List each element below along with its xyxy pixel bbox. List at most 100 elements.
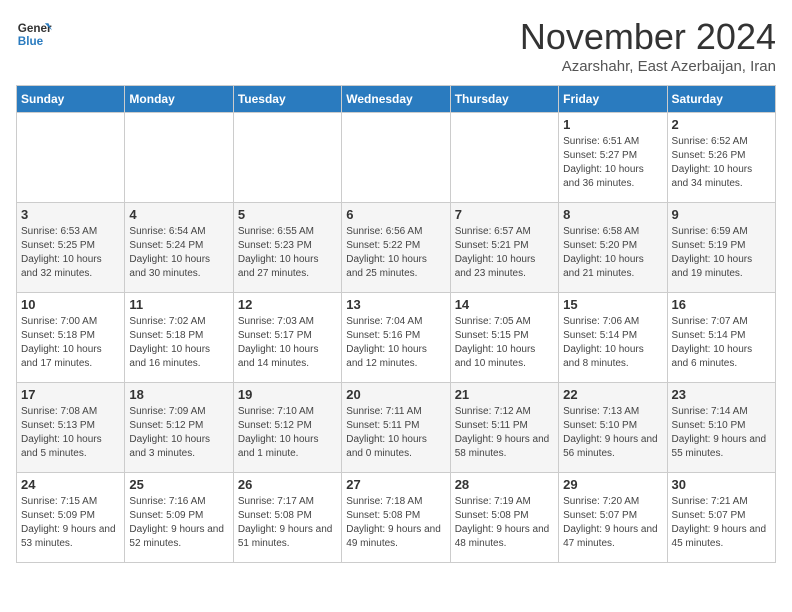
day-info: Sunrise: 6:51 AM Sunset: 5:27 PM Dayligh…	[563, 135, 662, 191]
calendar-day-cell	[17, 113, 125, 203]
calendar-day-cell: 26 Sunrise: 7:17 AM Sunset: 5:08 PM Dayli…	[233, 473, 341, 563]
calendar-week-row: 24 Sunrise: 7:15 AM Sunset: 5:09 PM Dayli…	[17, 473, 776, 563]
day-number: 22	[563, 387, 662, 402]
calendar-week-row: 10Sunrise: 7:00 AM Sunset: 5:18 PM Dayli…	[17, 293, 776, 383]
page-header: General Blue November 2024 Azarshahr, Ea…	[16, 16, 776, 75]
day-number: 9	[672, 207, 771, 222]
day-number: 7	[455, 207, 554, 222]
day-info: Sunrise: 6:53 AM Sunset: 5:25 PM Dayligh…	[21, 225, 120, 281]
day-info: Sunrise: 7:17 AM Sunset: 5:08 PM Dayligh…	[238, 495, 337, 551]
day-number: 19	[238, 387, 337, 402]
calendar-day-cell: 8 Sunrise: 6:58 AM Sunset: 5:20 PM Daylig…	[559, 203, 667, 293]
calendar-day-cell: 15 Sunrise: 7:06 AM Sunset: 5:14 PM Dayli…	[559, 293, 667, 383]
day-info: Sunrise: 7:07 AM Sunset: 5:14 PM Dayligh…	[672, 315, 771, 371]
day-number: 29	[563, 477, 662, 492]
calendar-day-cell: 19 Sunrise: 7:10 AM Sunset: 5:12 PM Dayli…	[233, 383, 341, 473]
day-number: 8	[563, 207, 662, 222]
day-info: Sunrise: 7:02 AM Sunset: 5:18 PM Dayligh…	[129, 315, 228, 371]
day-info: Sunrise: 7:13 AM Sunset: 5:10 PM Dayligh…	[563, 405, 662, 461]
day-number: 4	[129, 207, 228, 222]
day-number: 21	[455, 387, 554, 402]
day-info: Sunrise: 7:20 AM Sunset: 5:07 PM Dayligh…	[563, 495, 662, 551]
calendar-day-cell: 27 Sunrise: 7:18 AM Sunset: 5:08 PM Dayli…	[342, 473, 450, 563]
day-info: Sunrise: 7:09 AM Sunset: 5:12 PM Dayligh…	[129, 405, 228, 461]
day-info: Sunrise: 7:15 AM Sunset: 5:09 PM Dayligh…	[21, 495, 120, 551]
weekday-header: Thursday	[450, 86, 558, 113]
day-number: 24	[21, 477, 120, 492]
calendar-day-cell: 25 Sunrise: 7:16 AM Sunset: 5:09 PM Dayli…	[125, 473, 233, 563]
day-number: 11	[129, 297, 228, 312]
calendar-day-cell: 14 Sunrise: 7:05 AM Sunset: 5:15 PM Dayli…	[450, 293, 558, 383]
day-number: 6	[346, 207, 445, 222]
day-info: Sunrise: 7:06 AM Sunset: 5:14 PM Dayligh…	[563, 315, 662, 371]
calendar-day-cell: 5Sunrise: 6:55 AM Sunset: 5:23 PM Daylig…	[233, 203, 341, 293]
calendar-week-row: 17 Sunrise: 7:08 AM Sunset: 5:13 PM Dayli…	[17, 383, 776, 473]
day-number: 17	[21, 387, 120, 402]
day-info: Sunrise: 6:59 AM Sunset: 5:19 PM Dayligh…	[672, 225, 771, 281]
day-info: Sunrise: 7:12 AM Sunset: 5:11 PM Dayligh…	[455, 405, 554, 461]
day-number: 28	[455, 477, 554, 492]
day-number: 23	[672, 387, 771, 402]
calendar-day-cell: 1 Sunrise: 6:51 AM Sunset: 5:27 PM Daylig…	[559, 113, 667, 203]
weekday-header: Saturday	[667, 86, 775, 113]
day-number: 14	[455, 297, 554, 312]
calendar-day-cell: 3 Sunrise: 6:53 AM Sunset: 5:25 PM Daylig…	[17, 203, 125, 293]
day-info: Sunrise: 6:55 AM Sunset: 5:23 PM Dayligh…	[238, 225, 337, 281]
calendar-day-cell: 20 Sunrise: 7:11 AM Sunset: 5:11 PM Dayli…	[342, 383, 450, 473]
day-number: 13	[346, 297, 445, 312]
day-info: Sunrise: 7:05 AM Sunset: 5:15 PM Dayligh…	[455, 315, 554, 371]
calendar-day-cell: 13 Sunrise: 7:04 AM Sunset: 5:16 PM Dayli…	[342, 293, 450, 383]
calendar-day-cell: 11 Sunrise: 7:02 AM Sunset: 5:18 PM Dayli…	[125, 293, 233, 383]
day-number: 12	[238, 297, 337, 312]
day-info: Sunrise: 7:03 AM Sunset: 5:17 PM Dayligh…	[238, 315, 337, 371]
weekday-header: Monday	[125, 86, 233, 113]
calendar-day-cell	[233, 113, 341, 203]
day-number: 1	[563, 117, 662, 132]
weekday-header: Friday	[559, 86, 667, 113]
calendar-day-cell: 30 Sunrise: 7:21 AM Sunset: 5:07 PM Dayli…	[667, 473, 775, 563]
day-number: 30	[672, 477, 771, 492]
calendar-day-cell: 24 Sunrise: 7:15 AM Sunset: 5:09 PM Dayli…	[17, 473, 125, 563]
title-area: November 2024 Azarshahr, East Azerbaijan…	[520, 16, 776, 75]
calendar-day-cell: 4Sunrise: 6:54 AM Sunset: 5:24 PM Daylig…	[125, 203, 233, 293]
weekday-header: Sunday	[17, 86, 125, 113]
calendar-day-cell: 10Sunrise: 7:00 AM Sunset: 5:18 PM Dayli…	[17, 293, 125, 383]
day-info: Sunrise: 7:04 AM Sunset: 5:16 PM Dayligh…	[346, 315, 445, 371]
calendar-day-cell: 21 Sunrise: 7:12 AM Sunset: 5:11 PM Dayli…	[450, 383, 558, 473]
subtitle: Azarshahr, East Azerbaijan, Iran	[520, 58, 776, 75]
calendar-day-cell: 28 Sunrise: 7:19 AM Sunset: 5:08 PM Dayli…	[450, 473, 558, 563]
day-info: Sunrise: 6:57 AM Sunset: 5:21 PM Dayligh…	[455, 225, 554, 281]
day-info: Sunrise: 7:11 AM Sunset: 5:11 PM Dayligh…	[346, 405, 445, 461]
calendar-day-cell	[450, 113, 558, 203]
day-info: Sunrise: 7:18 AM Sunset: 5:08 PM Dayligh…	[346, 495, 445, 551]
calendar-header-row: SundayMondayTuesdayWednesdayThursdayFrid…	[17, 86, 776, 113]
calendar-day-cell: 22 Sunrise: 7:13 AM Sunset: 5:10 PM Dayli…	[559, 383, 667, 473]
calendar-day-cell: 29 Sunrise: 7:20 AM Sunset: 5:07 PM Dayli…	[559, 473, 667, 563]
day-number: 20	[346, 387, 445, 402]
day-number: 25	[129, 477, 228, 492]
calendar-day-cell: 6Sunrise: 6:56 AM Sunset: 5:22 PM Daylig…	[342, 203, 450, 293]
day-number: 16	[672, 297, 771, 312]
day-info: Sunrise: 7:10 AM Sunset: 5:12 PM Dayligh…	[238, 405, 337, 461]
day-info: Sunrise: 6:58 AM Sunset: 5:20 PM Dayligh…	[563, 225, 662, 281]
svg-text:Blue: Blue	[18, 35, 44, 48]
day-number: 2	[672, 117, 771, 132]
calendar-day-cell: 18Sunrise: 7:09 AM Sunset: 5:12 PM Dayli…	[125, 383, 233, 473]
day-number: 3	[21, 207, 120, 222]
calendar-day-cell: 12 Sunrise: 7:03 AM Sunset: 5:17 PM Dayli…	[233, 293, 341, 383]
calendar-week-row: 1 Sunrise: 6:51 AM Sunset: 5:27 PM Daylig…	[17, 113, 776, 203]
day-info: Sunrise: 7:21 AM Sunset: 5:07 PM Dayligh…	[672, 495, 771, 551]
day-number: 26	[238, 477, 337, 492]
day-info: Sunrise: 7:19 AM Sunset: 5:08 PM Dayligh…	[455, 495, 554, 551]
logo-icon: General Blue	[16, 16, 52, 52]
day-number: 15	[563, 297, 662, 312]
day-info: Sunrise: 7:08 AM Sunset: 5:13 PM Dayligh…	[21, 405, 120, 461]
calendar-day-cell: 16 Sunrise: 7:07 AM Sunset: 5:14 PM Dayli…	[667, 293, 775, 383]
day-info: Sunrise: 6:52 AM Sunset: 5:26 PM Dayligh…	[672, 135, 771, 191]
day-info: Sunrise: 7:16 AM Sunset: 5:09 PM Dayligh…	[129, 495, 228, 551]
calendar-table: SundayMondayTuesdayWednesdayThursdayFrid…	[16, 85, 776, 563]
calendar-day-cell	[125, 113, 233, 203]
day-info: Sunrise: 7:14 AM Sunset: 5:10 PM Dayligh…	[672, 405, 771, 461]
day-info: Sunrise: 7:00 AM Sunset: 5:18 PM Dayligh…	[21, 315, 120, 371]
day-number: 27	[346, 477, 445, 492]
